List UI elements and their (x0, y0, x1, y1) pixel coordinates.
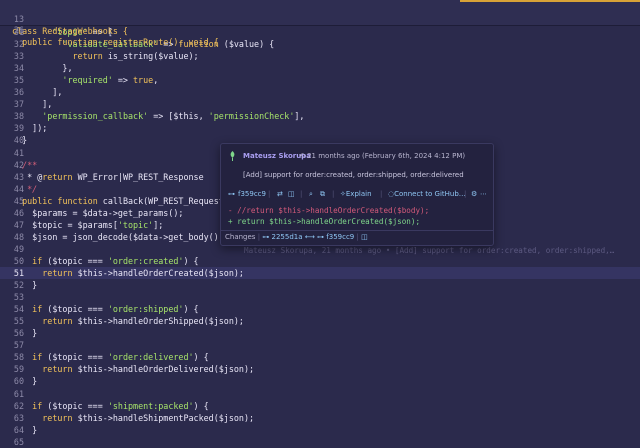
line-number: 53 (13, 292, 24, 303)
divider-line (221, 230, 493, 231)
code-line[interactable]: 37 ], (0, 98, 640, 110)
code-text: 'required' => true, (62, 75, 159, 86)
code-text: return $this->handleShipmentPacked($json… (42, 412, 255, 423)
code-text: public function callBack(WP_REST_Request… (22, 195, 244, 206)
explain-label: Explain (345, 190, 372, 198)
commit-message: [Add] support for order:created, order:s… (243, 171, 464, 179)
explain-button[interactable]: ✧ Explain (340, 190, 372, 198)
code-text: 'permission_callback' => [$this, 'permis… (42, 111, 305, 122)
commit-time: ⟲ 21 months ago (February 6th, 2024 4:12… (299, 152, 465, 160)
code-text: ], (12, 99, 53, 110)
code-text: ], (12, 87, 63, 98)
code-line[interactable]: 52 } (0, 279, 640, 291)
diff-removed-line: - //return $this->handleOrderCreated($bo… (228, 206, 430, 215)
code-line[interactable]: 35 'required' => true, (0, 74, 640, 86)
changes-from-sha: 2255d1a (271, 233, 303, 241)
code-line[interactable]: 54 if ($topic === 'order:shipped') { (0, 303, 640, 315)
code-text: }, (12, 63, 73, 74)
code-line[interactable]: 55 return $this->handleOrderShipped($jso… (0, 315, 640, 327)
line-number: 41 (13, 147, 24, 158)
changes-from-link[interactable]: ⊶ 2255d1a (262, 233, 302, 241)
code-line[interactable]: 39 ]); (0, 122, 640, 134)
popup-actions: ⊶ f359cc9 | ⇄ ◫ | ⌕ ⧉ | ✧ Explain | ◌ Co… (228, 190, 487, 202)
code-text: * @return WP_Error|WP_REST_Response (12, 171, 204, 182)
code-line[interactable]: 38 'permission_callback' => [$this, 'per… (0, 110, 640, 122)
line-number: 26 (13, 25, 24, 35)
code-text: if ($topic === 'shipment:packed') { (32, 400, 209, 411)
line-number: 61 (13, 388, 24, 399)
code-line[interactable]: 50 if ($topic === 'order:created') { (0, 255, 640, 267)
changes-arrow: ⟷ (304, 233, 315, 241)
compare-icon[interactable]: ⇄ (277, 190, 283, 198)
changes-row: Changes | ⊶ 2255d1a ⟷ ⊶ f359cc9 | ◫ (225, 233, 368, 241)
connect-label: Connect to GitHub… (394, 190, 466, 198)
code-text: */ (27, 183, 38, 194)
code-text: } (12, 328, 38, 339)
code-line[interactable]: 59 return $this->handleOrderDelivered($j… (0, 363, 640, 375)
copy-icon[interactable]: ⧉ (320, 190, 325, 199)
code-text: if ($topic === 'order:delivered') { (32, 352, 209, 363)
diff-added-line: + return $this->handleOrderCreated($json… (228, 217, 421, 226)
code-line[interactable]: 60 } (0, 375, 640, 387)
settings-icon[interactable]: ⚙ (471, 190, 477, 198)
code-text: $json = json_decode($data->get_body()); (12, 231, 229, 242)
code-text: public function registerRoute(): void { (12, 37, 219, 47)
code-text: $topic = $params['topic']; (12, 219, 164, 230)
code-text: /** (22, 159, 38, 170)
open-changes-icon[interactable]: ◫ (288, 190, 295, 198)
divider: | (464, 190, 467, 198)
code-text: } (12, 424, 38, 435)
divider: | (332, 190, 335, 198)
sticky-scroll-header[interactable]: 13 class RedStagWebhooks { 26 public fun… (0, 0, 640, 47)
code-text: ]); (12, 123, 48, 134)
code-line[interactable]: 64 } (0, 424, 640, 436)
code-line[interactable]: 51 return $this->handleOrderCreated($jso… (0, 267, 640, 279)
history-icon: ⟲ (299, 152, 308, 160)
search-icon[interactable]: ⌕ (309, 190, 313, 199)
code-line[interactable]: 53 (0, 291, 640, 303)
code-line[interactable]: 61 (0, 388, 640, 400)
code-line[interactable]: 56 } (0, 327, 640, 339)
divider: | (380, 190, 383, 198)
code-text: $params = $data->get_params(); (12, 207, 184, 218)
divider: | (300, 190, 303, 198)
connect-github-button[interactable]: ◌ Connect to GitHub… (388, 190, 466, 198)
code-line[interactable]: 57 (0, 339, 640, 351)
more-icon[interactable]: ⋯ (480, 190, 487, 198)
sticky-line[interactable]: 26 public function registerRoute(): void… (0, 12, 640, 47)
changes-to-link[interactable]: ⊶ f359cc9 (317, 233, 354, 241)
commit-sha-link[interactable]: f359cc9 (238, 190, 266, 198)
code-text: return $this->handleOrderShipped($json); (42, 316, 244, 327)
code-text: } (12, 135, 28, 146)
code-line[interactable]: 65 (0, 436, 640, 448)
code-line[interactable]: 34 }, (0, 62, 640, 74)
commit-icon: ⊶ (228, 190, 235, 198)
open-diff-icon[interactable]: ◫ (361, 233, 368, 241)
code-line[interactable]: 33 return is_string($value); (0, 50, 640, 62)
commit-time-text: 21 months ago (February 6th, 2024 4:12 P… (307, 152, 466, 160)
avatar-icon[interactable] (228, 151, 237, 161)
code-line[interactable]: 62 if ($topic === 'shipment:packed') { (0, 400, 640, 412)
line-number: 65 (13, 436, 24, 447)
code-line[interactable]: 36 ], (0, 86, 640, 98)
code-text: return $this->handleOrderCreated($json); (42, 268, 244, 278)
code-text: return is_string($value); (72, 51, 199, 62)
inline-blame-annotation[interactable]: Mateusz Skorupa, 21 months ago • [Add] s… (244, 246, 614, 255)
divider: | (268, 190, 271, 198)
code-line[interactable]: 58 if ($topic === 'order:delivered') { (0, 351, 640, 363)
changes-label: Changes (225, 233, 256, 241)
code-text: } (12, 280, 38, 291)
code-text: if ($topic === 'order:shipped') { (32, 304, 199, 315)
line-number: 57 (13, 340, 24, 351)
blame-hover-popup: Mateusz Skorupa ⟲ 21 months ago (Februar… (220, 143, 494, 246)
code-text: return $this->handleOrderDelivered($json… (42, 364, 255, 375)
code-text: } (12, 376, 38, 387)
changes-to-sha: f359cc9 (326, 233, 355, 241)
code-line[interactable]: 63 return $this->handleShipmentPacked($j… (0, 412, 640, 424)
code-text: if ($topic === 'order:created') { (32, 255, 199, 266)
line-number: 49 (13, 243, 24, 254)
